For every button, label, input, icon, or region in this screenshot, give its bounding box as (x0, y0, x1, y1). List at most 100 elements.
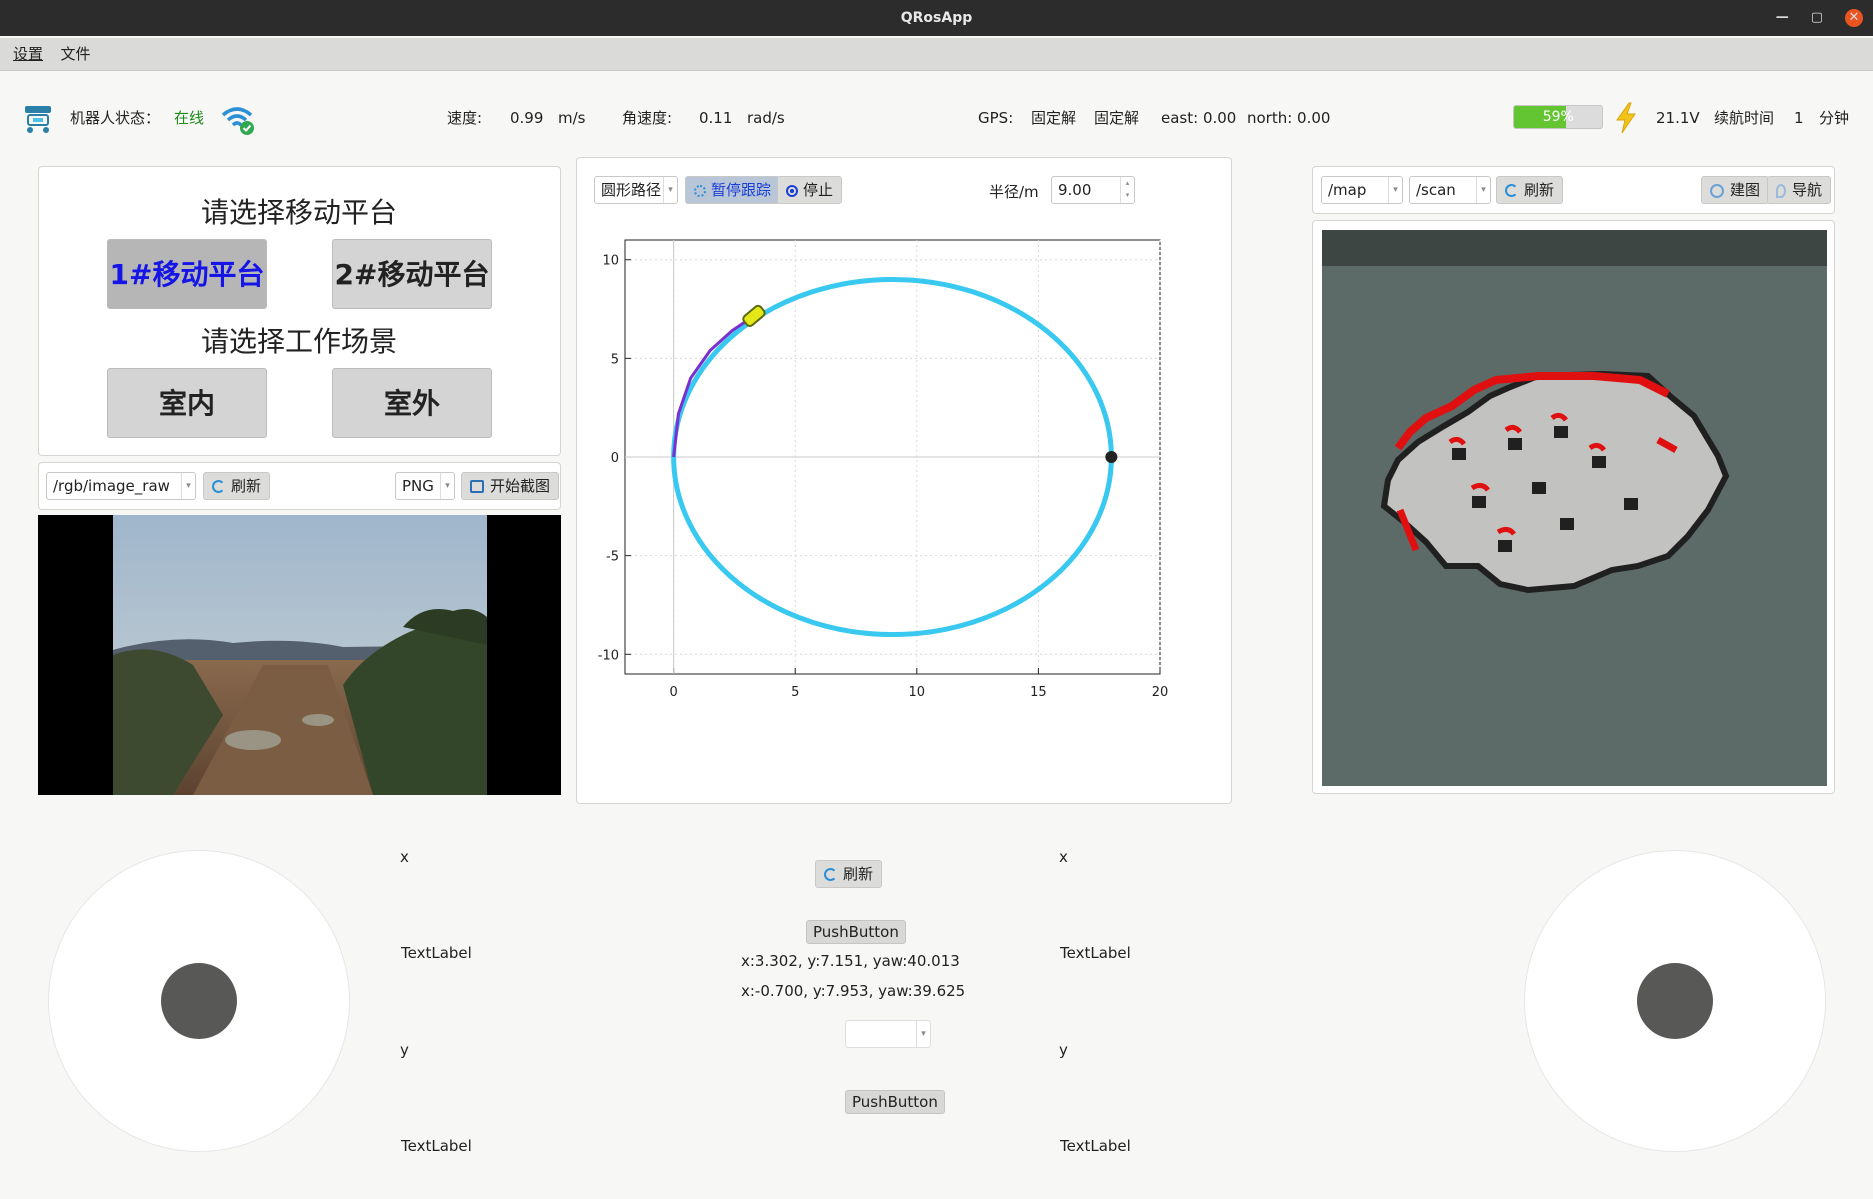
menu-file[interactable]: 文件 (60, 38, 90, 71)
left-y-label: y (400, 1041, 409, 1059)
menu-settings[interactable]: 设置 (13, 38, 43, 71)
refresh-icon (824, 868, 837, 881)
chevron-down-icon: ▾ (440, 473, 454, 499)
stop-icon (786, 184, 798, 197)
camera-refresh-button[interactable]: 刷新 (203, 472, 271, 500)
map-toolbar: /map ▾ /scan ▾ 刷新 建图 导航 (1312, 166, 1835, 214)
left-joystick[interactable] (48, 850, 350, 1152)
voltage-value: 21.1V (1656, 109, 1700, 127)
camera-view (38, 515, 561, 795)
pose-readout-1: x:3.302, y:7.151, yaw:40.013 (741, 952, 960, 970)
bottom-area: x TextLabel y TextLabel x TextLabel y Te… (0, 812, 1873, 1199)
close-icon[interactable]: ✕ (1845, 9, 1863, 27)
angular-label: 角速度: (622, 109, 673, 127)
map-view-panel (1312, 220, 1835, 794)
image-format-select[interactable]: PNG ▾ (395, 472, 455, 500)
capture-label: 开始截图 (490, 477, 551, 495)
gps-label: GPS: (978, 109, 1014, 127)
push-button-1[interactable]: PushButton (806, 920, 906, 944)
camera-topic-value: /rgb/image_raw (53, 477, 170, 495)
wifi-icon (221, 107, 254, 135)
bottom-select[interactable]: ▾ (845, 1020, 931, 1048)
left-text-label-1: TextLabel (401, 944, 472, 962)
right-text-label-2: TextLabel (1060, 1137, 1131, 1155)
gps-east: east: 0.00 (1161, 109, 1237, 127)
window-controls: — ▢ ✕ (1776, 0, 1863, 36)
platform-1-button[interactable]: 1#移动平台 (107, 239, 267, 309)
status-bar: 机器人状态： 在线 速度: 0.99 m/s 角速度: 0.11 rad/s G… (0, 92, 1873, 144)
gps-fix-2: 固定解 (1094, 109, 1140, 127)
platform-2-button[interactable]: 2#移动平台 (332, 239, 492, 309)
build-map-button[interactable]: 建图 (1701, 176, 1770, 204)
endurance-label: 续航时间 (1714, 109, 1775, 127)
radius-value: 9.00 (1058, 181, 1092, 199)
path-panel: 圆形路径 ▾ 暂停跟踪 停止 半径/m 9.00 ▴ ▾ 0 5 10 15 20 -10 -5 0… (576, 157, 1232, 804)
stop-button[interactable]: 停止 (777, 176, 843, 204)
y-tick-label: -5 (606, 550, 619, 565)
camera-toolbar: /rgb/image_raw ▾ 刷新 PNG ▾ 开始截图 (38, 462, 561, 510)
stop-label: 停止 (803, 181, 834, 199)
refresh-icon (1505, 184, 1518, 197)
radius-spinbox[interactable]: 9.00 ▴ ▾ (1051, 176, 1135, 204)
platform-title: 请选择移动平台 (200, 196, 397, 229)
chevron-down-icon: ▾ (181, 473, 195, 499)
map-view (1322, 230, 1827, 786)
scene-title: 请选择工作场景 (200, 325, 397, 358)
bottom-refresh-label: 刷新 (843, 865, 874, 883)
chevron-down-icon: ▾ (1388, 177, 1402, 203)
endurance-value: 1 (1794, 109, 1804, 127)
left-x-label: x (400, 848, 409, 866)
path-mode-select[interactable]: 圆形路径 ▾ (594, 176, 678, 204)
pause-tracking-icon (694, 184, 706, 197)
gps-north: north: 0.00 (1247, 109, 1331, 127)
map-refresh-button[interactable]: 刷新 (1496, 176, 1564, 204)
push-button-2[interactable]: PushButton (845, 1090, 945, 1114)
map-refresh-label: 刷新 (1524, 181, 1555, 199)
endurance-unit: 分钟 (1819, 109, 1850, 127)
navigate-button[interactable]: 导航 (1767, 176, 1832, 204)
right-y-label: y (1059, 1041, 1068, 1059)
radius-label: 半径/m (989, 183, 1039, 201)
bottom-refresh-button[interactable]: 刷新 (815, 860, 883, 888)
camera-image (113, 515, 487, 795)
platform-panel: 请选择移动平台 1#移动平台 2#移动平台 请选择工作场景 室内 室外 (38, 166, 561, 456)
crosshair-icon (1710, 183, 1724, 198)
lightning-icon (1616, 102, 1636, 134)
robot-status-value: 在线 (174, 109, 205, 127)
spin-arrows-icon[interactable]: ▴ ▾ (1120, 177, 1134, 203)
maximize-icon[interactable]: ▢ (1811, 0, 1823, 36)
path-chart: 0 5 10 15 20 -10 -5 0 5 10 (598, 239, 1168, 700)
indoor-button[interactable]: 室内 (107, 368, 267, 438)
minimize-icon[interactable]: — (1776, 0, 1789, 36)
angular-unit: rad/s (747, 109, 785, 127)
x-tick-label: 10 (909, 685, 926, 700)
outdoor-button[interactable]: 室外 (332, 368, 492, 438)
map-topic-value: /map (1328, 181, 1367, 199)
map-topic-select[interactable]: /map ▾ (1321, 176, 1403, 204)
pause-tracking-button[interactable]: 暂停跟踪 (685, 176, 781, 204)
x-tick-label: 15 (1030, 685, 1047, 700)
x-tick-label: 0 (669, 685, 677, 700)
screenshot-icon (470, 480, 484, 493)
right-joystick-knob[interactable] (1637, 963, 1713, 1039)
right-x-label: x (1059, 848, 1068, 866)
left-joystick-knob[interactable] (161, 963, 237, 1039)
right-joystick[interactable] (1524, 850, 1826, 1152)
goal-point (1105, 451, 1118, 463)
capture-button[interactable]: 开始截图 (461, 472, 560, 500)
speed-value: 0.99 (510, 109, 544, 127)
speed-unit: m/s (558, 109, 586, 127)
chevron-down-icon: ▾ (1476, 177, 1490, 203)
right-text-label-1: TextLabel (1060, 944, 1131, 962)
camera-refresh-label: 刷新 (231, 477, 262, 495)
scan-topic-value: /scan (1416, 181, 1456, 199)
window-title: QRosApp (900, 10, 973, 26)
scan-topic-select[interactable]: /scan ▾ (1409, 176, 1491, 204)
menu-bar: 设置 文件 (0, 38, 1873, 71)
y-tick-label: 10 (602, 254, 619, 269)
battery-text: 59% (1542, 109, 1574, 125)
left-text-label-2: TextLabel (401, 1137, 472, 1155)
camera-topic-select[interactable]: /rgb/image_raw ▾ (46, 472, 196, 500)
robot-icon (25, 106, 51, 133)
gps-fix-1: 固定解 (1031, 109, 1077, 127)
